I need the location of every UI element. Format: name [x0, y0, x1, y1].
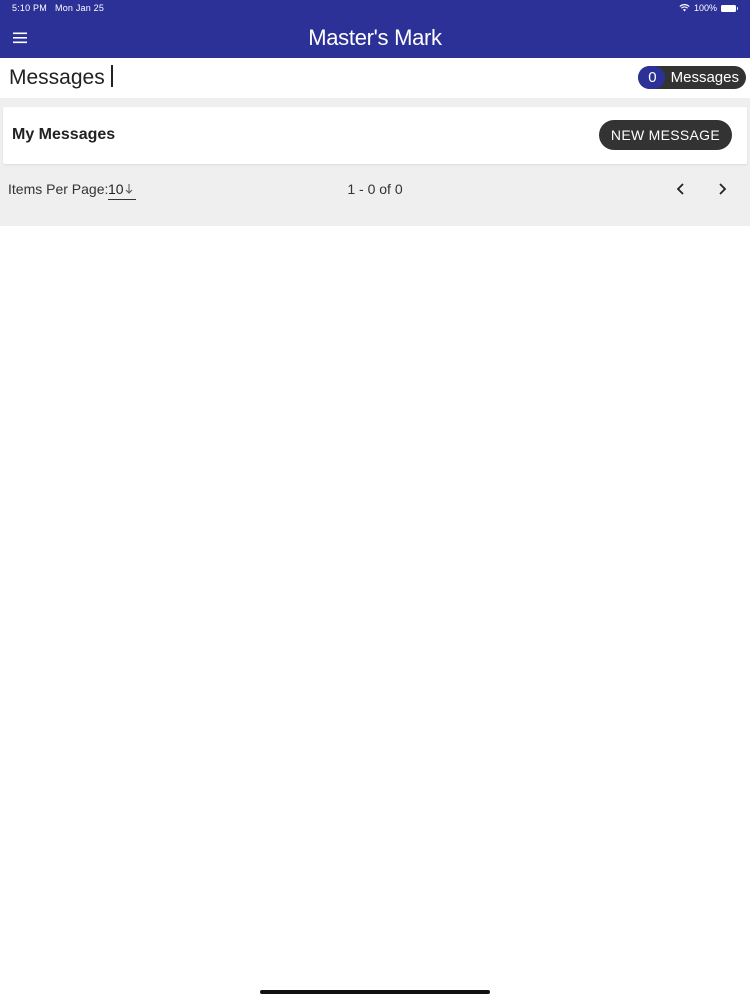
page-title-text: Messages: [9, 66, 105, 89]
text-cursor: [110, 65, 113, 87]
home-indicator[interactable]: [260, 990, 490, 994]
top-bar: 5:10 PM Mon Jan 25 100% Master's Mark: [0, 0, 750, 58]
messages-badge-label: Messages: [670, 69, 739, 86]
status-indicators: 100%: [679, 3, 738, 13]
chevron-left-icon[interactable]: [673, 181, 689, 197]
page-header: Messages 0 Messages: [0, 58, 750, 99]
pagination-bar: Items Per Page: 10 1 - 0 of 0: [0, 170, 750, 208]
chevron-right-icon[interactable]: [714, 181, 730, 197]
card-title: My Messages: [12, 126, 116, 143]
messages-count: 0: [638, 66, 665, 89]
my-messages-card: My Messages NEW MESSAGE: [3, 107, 747, 164]
wifi-icon: [679, 4, 690, 12]
status-time-date: 5:10 PM Mon Jan 25: [12, 3, 104, 13]
new-message-button[interactable]: NEW MESSAGE: [598, 120, 732, 150]
app-title: Master's Mark: [308, 25, 442, 50]
messages-count-badge[interactable]: 0 Messages: [638, 66, 746, 89]
battery-percent: 100%: [693, 3, 717, 13]
pagination-range: 1 - 0 of 0: [347, 181, 403, 197]
app-screen: 5:10 PM Mon Jan 25 100% Master's Mark Me…: [0, 0, 750, 1000]
battery-icon: [721, 4, 738, 12]
status-date: Mon Jan 25: [55, 3, 105, 13]
status-time: 5:10 PM: [12, 3, 47, 13]
page-title: Messages: [9, 65, 113, 90]
